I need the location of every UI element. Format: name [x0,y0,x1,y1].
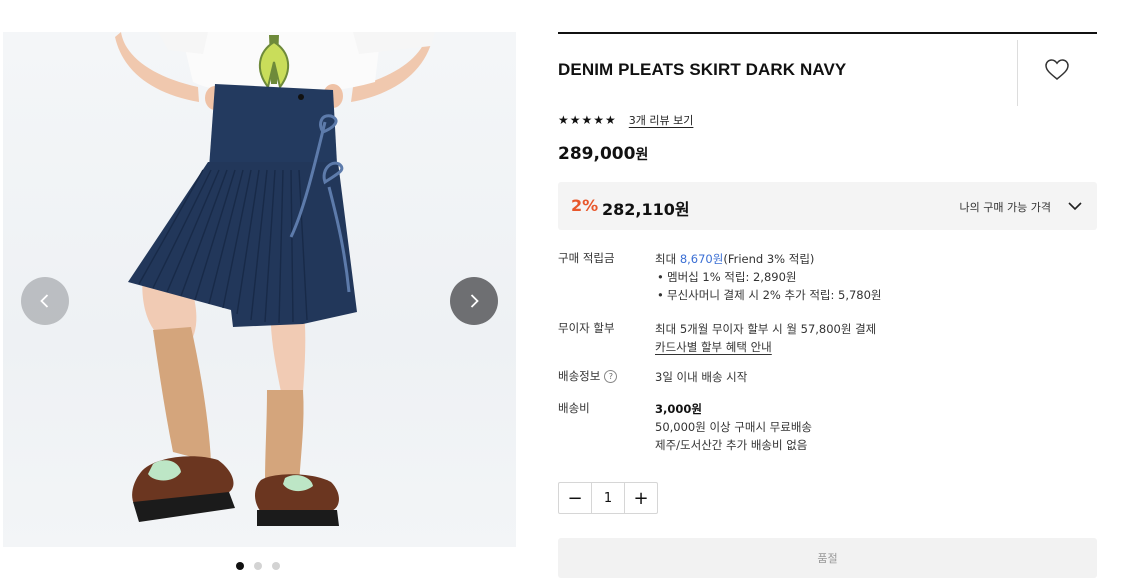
gallery-pagination [236,562,280,570]
quantity-stepper: − 1 + [558,482,658,514]
sold-out-button: 품절 [558,538,1097,578]
island-shipping-note: 제주/도서산간 추가 배송비 없음 [655,438,808,452]
shipping-info-label: 배송정보 [558,369,601,383]
review-link[interactable]: 3개 리뷰 보기 [629,112,694,128]
help-icon[interactable]: ? [604,370,618,383]
product-info-panel: DENIM PLEATS SKIRT DARK NAVY ★★★★★ 3개 리뷰… [558,32,1097,578]
points-max-amount: 8,670원 [679,252,724,266]
my-price-dropdown[interactable]: 2% 282,110원 나의 구매 가능 가격 [558,182,1097,230]
next-image-button[interactable] [450,277,498,325]
shipping-info-text: 3일 이내 배송 시작 [655,370,748,384]
product-photo [115,32,435,526]
quantity-value[interactable]: 1 [591,483,625,513]
decrease-quantity-button[interactable]: − [559,483,591,513]
sale-price: 282,110원 [602,200,690,219]
heart-icon[interactable] [1044,58,1070,82]
points-max-prefix: 최대 [655,252,680,266]
chevron-down-icon [1068,202,1082,211]
previous-image-button[interactable] [21,277,69,325]
gallery-dot-2[interactable] [254,562,262,570]
shipping-fee-amount: 3,000원 [655,402,702,416]
divider [1017,40,1018,106]
card-installment-link[interactable]: 카드사별 할부 혜택 안내 [655,338,1085,356]
shipping-info-label-wrap: 배송정보? [558,368,648,384]
points-max: 최대 8,670원(Friend 3% 적립) [655,250,1085,268]
original-price: 289,000원 [558,144,648,164]
title-row: DENIM PLEATS SKIRT DARK NAVY [558,32,1097,106]
gallery-dot-1[interactable] [236,562,244,570]
points-value: 최대 8,670원(Friend 3% 적립) 멤버십 1% 적립: 2,890… [655,250,1085,304]
star-rating: ★★★★★ [558,113,617,127]
price-unit: 원 [635,147,649,163]
points-item: 무신사머니 결제 시 2% 추가 적립: 5,780원 [655,286,1085,304]
chevron-left-icon [40,294,49,308]
price-amount: 289,000 [558,144,636,164]
my-price-label: 나의 구매 가능 가격 [959,201,1051,214]
installment-label: 무이자 할부 [558,321,615,335]
points-item: 멤버십 1% 적립: 2,890원 [655,268,1085,286]
rating-row: ★★★★★ 3개 리뷰 보기 [558,112,693,128]
discount-rate: 2% [571,196,599,215]
gallery-dot-3[interactable] [272,562,280,570]
free-shipping-note: 50,000원 이상 구매시 무료배송 [655,420,813,434]
points-max-suffix: (Friend 3% 적립) [723,252,815,266]
increase-quantity-button[interactable]: + [625,483,657,513]
shipping-fee-label: 배송비 [558,401,590,415]
product-image-gallery [3,32,516,547]
shipping-fee-value: 3,000원 50,000원 이상 구매시 무료배송 제주/도서산간 추가 배송… [655,400,1085,454]
product-title: DENIM PLEATS SKIRT DARK NAVY [558,60,847,79]
chevron-right-icon [470,294,479,308]
installment-text: 최대 5개월 무이자 할부 시 월 57,800원 결제 [655,322,877,336]
points-label: 구매 적립금 [558,251,615,265]
installment-value: 최대 5개월 무이자 할부 시 월 57,800원 결제 카드사별 할부 혜택 … [655,320,1085,356]
